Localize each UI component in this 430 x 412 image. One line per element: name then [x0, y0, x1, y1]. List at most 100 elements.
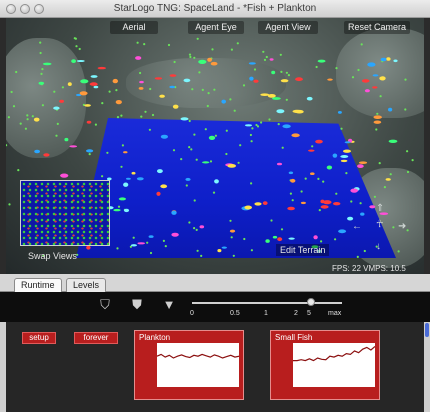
plankton-agent: [188, 221, 191, 224]
fish-agent: [380, 57, 387, 62]
plankton-agent: [378, 162, 381, 165]
setup-button[interactable]: setup: [22, 332, 56, 344]
fish-agent: [137, 242, 146, 245]
fish-agent: [154, 77, 163, 80]
fish-agent: [207, 57, 213, 62]
fish-agent: [344, 141, 351, 144]
plankton-agent: [41, 104, 45, 107]
aerial-camera-button[interactable]: Aerial: [110, 21, 158, 34]
fish-agent: [43, 153, 50, 157]
fish-agent: [320, 205, 329, 209]
fish-agent: [159, 94, 165, 98]
fish-agent: [169, 85, 176, 89]
tab-levels[interactable]: Levels: [66, 278, 107, 292]
fish-agent: [350, 188, 359, 193]
fish-agent: [244, 205, 252, 210]
window-titlebar: StarLogo TNG: SpaceLand - *Fish + Plankt…: [0, 0, 430, 18]
plankton-agent: [334, 238, 337, 241]
plankton-agent: [315, 65, 318, 69]
chart-plot-area: [157, 343, 239, 387]
fish-agent: [118, 197, 126, 201]
fish-agent: [364, 89, 370, 93]
plankton-agent: [243, 237, 246, 241]
plankton-agent: [255, 123, 258, 127]
plankton-agent: [200, 254, 203, 257]
fish-agent: [171, 232, 179, 237]
plankton-agent: [360, 43, 363, 46]
speed-slider-track[interactable]: [192, 302, 342, 304]
agent-eye-camera-button[interactable]: Agent Eye: [188, 21, 244, 34]
minimap-view[interactable]: [20, 180, 110, 246]
small-fish-chart[interactable]: Small Fish: [270, 330, 380, 400]
plankton-agent: [375, 128, 378, 131]
plankton-agent: [149, 251, 153, 255]
turtle-single-icon[interactable]: ⛉: [98, 298, 112, 312]
chart-title: Small Fish: [275, 333, 313, 342]
person-icon[interactable]: ☥: [376, 220, 383, 230]
plankton-agent: [249, 133, 252, 137]
fish-agent: [148, 235, 154, 238]
plankton-agent: [280, 70, 283, 73]
swap-views-button[interactable]: Swap Views: [28, 251, 77, 261]
fish-agent: [160, 184, 168, 189]
fish-agent: [265, 239, 270, 243]
plankton-agent: [237, 161, 240, 164]
fish-agent: [53, 106, 60, 110]
panel-scrollbar-thumb[interactable]: [425, 323, 429, 337]
fish-agent: [76, 60, 85, 62]
plankton-agent: [53, 90, 56, 93]
small-fish-chart-plot: [293, 343, 375, 387]
plankton-agent: [373, 195, 376, 198]
spaceland-viewport[interactable]: Aerial Agent Eye Agent View Reset Camera…: [6, 18, 424, 274]
fish-agent: [93, 85, 99, 89]
plankton-agent: [357, 68, 360, 72]
fish-agent: [315, 139, 323, 144]
plankton-agent: [268, 118, 271, 121]
edit-terrain-button[interactable]: Edit Terrain: [276, 244, 330, 256]
fish-agent: [385, 178, 391, 181]
plankton-agent: [116, 116, 120, 119]
plankton-agent: [225, 152, 228, 156]
plankton-agent: [265, 55, 268, 59]
fish-agent: [202, 161, 210, 164]
plankton-agent: [167, 43, 171, 47]
reset-camera-button[interactable]: Reset Camera: [344, 21, 410, 34]
plankton-agent: [136, 41, 139, 44]
fish-agent: [42, 62, 52, 66]
arrow-up-icon[interactable]: ⇑: [376, 204, 384, 214]
speed-slider-thumb[interactable]: [307, 298, 315, 306]
fish-agent: [327, 78, 333, 81]
plankton-agent: [406, 229, 409, 232]
fish-agent: [136, 177, 144, 181]
turtle-pair-icon[interactable]: ⛊: [130, 298, 144, 312]
fish-agent: [113, 208, 121, 212]
plankton-agent: [285, 98, 288, 101]
plankton-agent: [311, 145, 314, 148]
fish-agent: [172, 104, 179, 109]
plankton-agent: [12, 105, 16, 108]
agent-view-camera-button[interactable]: Agent View: [258, 21, 318, 34]
plankton-agent: [151, 113, 155, 117]
fish-agent: [288, 237, 295, 240]
forever-button[interactable]: forever: [74, 332, 118, 344]
chart-title: Plankton: [139, 333, 171, 342]
plankton-agent: [164, 245, 167, 248]
arrow-right-icon[interactable]: ➜: [398, 222, 406, 232]
plankton-agent: [213, 88, 216, 91]
arrow-down-icon[interactable]: ↓: [376, 242, 381, 252]
fish-agent: [126, 177, 131, 180]
plankton-agent: [106, 151, 109, 154]
fish-agent: [71, 59, 76, 63]
plankton-agent: [322, 180, 325, 183]
shirt-icon[interactable]: ▼: [162, 298, 176, 312]
plankton-chart[interactable]: Plankton: [134, 330, 244, 400]
fish-agent: [269, 58, 274, 61]
arrow-left-icon[interactable]: ←: [352, 222, 362, 232]
fish-agent: [169, 74, 177, 77]
plankton-agent: [392, 226, 395, 229]
plankton-agent: [78, 47, 81, 51]
fish-agent: [291, 133, 300, 138]
slider-tick-label: 0.5: [230, 310, 240, 317]
fish-agent: [340, 155, 349, 158]
tab-runtime[interactable]: Runtime: [14, 278, 62, 292]
